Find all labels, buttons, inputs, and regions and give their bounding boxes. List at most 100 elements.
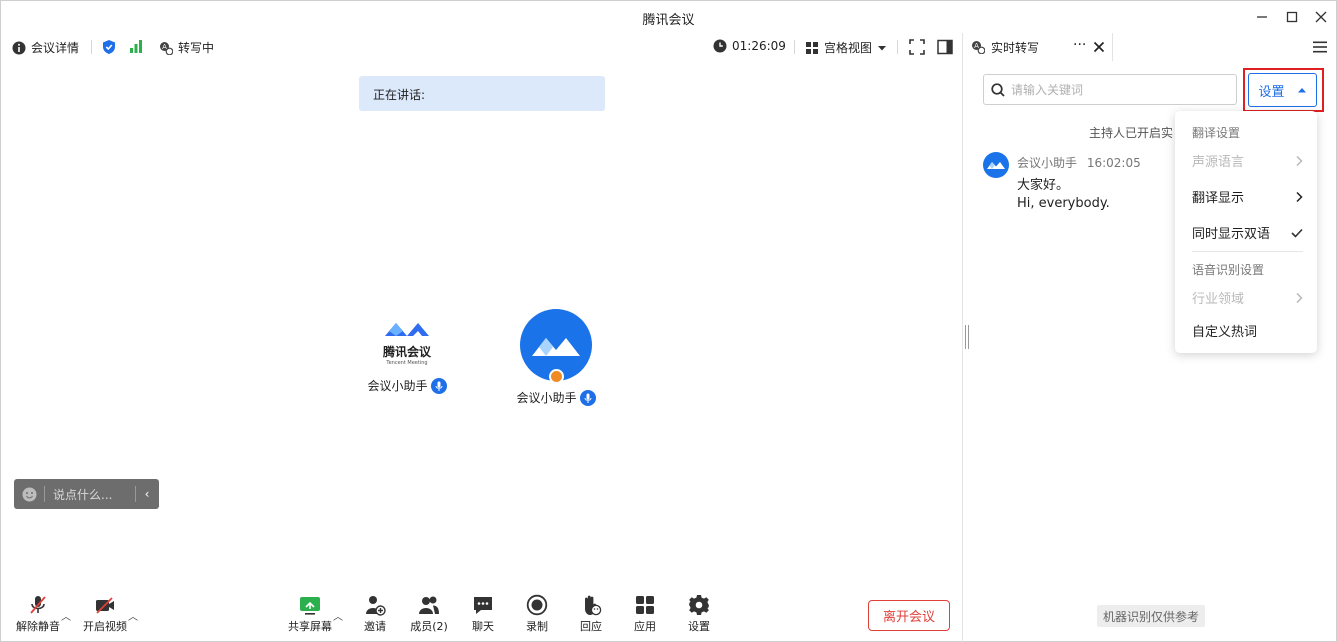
- meeting-bottom-toolbar: 解除静音 ︿ 开启视频 ︿ 共享屏幕 ︿ 邀请 成员(2) 聊天 录制 回应 应…: [1, 586, 962, 642]
- menu-divider: [1192, 251, 1303, 252]
- emoji-icon[interactable]: [14, 487, 44, 502]
- view-mode-dropdown[interactable]: 宫格视图: [805, 39, 887, 56]
- react-button[interactable]: 回应: [564, 594, 618, 634]
- more-icon[interactable]: ···: [1073, 37, 1086, 53]
- transcript-settings-button[interactable]: 设置: [1248, 73, 1317, 107]
- apps-icon: [636, 596, 654, 614]
- security-shield-icon[interactable]: [102, 39, 116, 55]
- meeting-info-button[interactable]: 会议详情: [12, 39, 79, 56]
- title-bar: 腾讯会议: [1, 1, 1336, 33]
- chevron-right-icon: [1296, 155, 1303, 166]
- meeting-timer: 01:26:09: [713, 39, 786, 53]
- app-window: 腾讯会议 会议详情 A 转写中 01:26:09 宫格视图 正在讲话: 腾讯会议…: [0, 0, 1337, 642]
- camera-off-icon: [96, 597, 114, 614]
- chat-placeholder: 说点什么...: [53, 487, 113, 502]
- invite-label: 邀请: [364, 620, 386, 633]
- clock-icon: [713, 39, 727, 53]
- invite-button[interactable]: 邀请: [348, 594, 402, 634]
- speaker-avatar: [983, 152, 1009, 178]
- settings-dropdown-menu: 翻译设置 声源语言 翻译显示 同时显示双语 语音识别设置 行业领域 自定义热词: [1175, 111, 1317, 353]
- collapse-chevron-icon[interactable]: ‹: [136, 487, 158, 501]
- mic-muted-icon: [30, 596, 46, 614]
- menu-item-label: 同时显示双语: [1192, 227, 1271, 242]
- transcribe-icon: A: [972, 41, 985, 54]
- menu-item-label: 行业领域: [1192, 292, 1245, 307]
- settings-label: 设置: [688, 620, 710, 633]
- view-mode-label: 宫格视图: [824, 41, 873, 55]
- members-button[interactable]: 成员(2): [402, 594, 456, 634]
- participant-name-label: 会议小助手: [516, 391, 577, 405]
- video-stage: 正在讲话: 腾讯会议 Tencent Meeting 会议小助手 会议小助手 说…: [1, 61, 962, 581]
- maximize-icon[interactable]: [1282, 7, 1302, 27]
- toolbar-divider: [91, 40, 92, 54]
- settings-button[interactable]: 设置: [672, 594, 726, 634]
- toggle-sidebar-icon[interactable]: [937, 39, 953, 55]
- menu-item-source-language[interactable]: 声源语言: [1192, 151, 1303, 170]
- logo-subtext: Tencent Meeting: [386, 360, 428, 366]
- caret-up-icon: [1297, 88, 1306, 93]
- participant-avatar: [520, 309, 592, 384]
- menu-icon[interactable]: [1313, 41, 1327, 53]
- system-message: 主持人已开启实: [1089, 126, 1174, 140]
- menu-item-bilingual[interactable]: 同时显示双语: [1192, 223, 1303, 242]
- participant-name: 会议小助手: [367, 377, 447, 394]
- raise-hand-icon: [585, 595, 602, 616]
- window-title: 腾讯会议: [642, 13, 695, 28]
- share-screen-icon: [300, 597, 320, 615]
- transcribe-icon: A: [160, 41, 173, 55]
- apps-label: 应用: [634, 620, 656, 633]
- chat-button[interactable]: 聊天: [456, 594, 510, 634]
- minimize-icon[interactable]: [1252, 7, 1272, 27]
- record-label: 录制: [526, 620, 548, 633]
- active-speaker-banner: 正在讲话:: [359, 76, 605, 111]
- participant-tile[interactable]: 腾讯会议 Tencent Meeting 会议小助手: [357, 319, 457, 394]
- close-icon[interactable]: [1311, 7, 1331, 27]
- transcribing-label: 转写中: [178, 41, 215, 55]
- mic-on-icon: [430, 377, 447, 394]
- message-translation: Hi, everybody.: [1017, 196, 1110, 211]
- video-options-chevron-icon[interactable]: ︿: [128, 608, 138, 623]
- menu-item-translation-display[interactable]: 翻译显示: [1192, 187, 1303, 206]
- close-tab-icon[interactable]: [1093, 41, 1105, 53]
- members-icon: [419, 596, 439, 614]
- record-button[interactable]: 录制: [510, 594, 564, 634]
- gear-icon: [689, 595, 709, 615]
- unmute-button[interactable]: 解除静音: [11, 594, 65, 634]
- menu-item-label: 翻译显示: [1192, 191, 1245, 206]
- logo-text: 腾讯会议: [382, 345, 431, 359]
- menu-item-label: 声源语言: [1192, 155, 1245, 170]
- info-icon: [12, 41, 26, 54]
- add-person-icon: [366, 596, 386, 616]
- menu-item-custom-hotwords[interactable]: 自定义热词: [1192, 321, 1303, 340]
- fullscreen-icon[interactable]: [909, 39, 925, 55]
- toolbar-divider: [794, 40, 795, 54]
- start-video-label: 开启视频: [83, 620, 127, 633]
- tab-transcript-label: 实时转写: [991, 40, 1040, 55]
- start-video-button[interactable]: 开启视频: [78, 594, 132, 634]
- record-icon: [526, 594, 548, 616]
- share-screen-button[interactable]: 共享屏幕: [283, 594, 337, 634]
- participant-name-label: 会议小助手: [367, 379, 428, 393]
- quick-chat-box[interactable]: 说点什么... ‹: [14, 479, 159, 509]
- leave-meeting-button[interactable]: 离开会议: [868, 600, 950, 631]
- tencent-meeting-logo: 腾讯会议 Tencent Meeting: [383, 319, 431, 371]
- signal-icon[interactable]: [129, 39, 143, 53]
- transcribing-status[interactable]: A 转写中: [159, 39, 214, 56]
- transcript-settings-label: 设置: [1258, 84, 1285, 100]
- message-header: 会议小助手 16:02:05: [1017, 154, 1141, 171]
- grid-view-icon: [806, 41, 818, 54]
- tab-transcript[interactable]: A 实时转写 ···: [963, 33, 1113, 61]
- apps-button[interactable]: 应用: [618, 594, 672, 634]
- message-time: 16:02:05: [1086, 156, 1141, 170]
- mic-options-chevron-icon[interactable]: ︿: [61, 608, 71, 623]
- members-label: 成员(2): [410, 620, 448, 633]
- share-options-chevron-icon[interactable]: ︿: [333, 608, 343, 623]
- search-input[interactable]: [1011, 82, 1221, 97]
- transcript-search[interactable]: [983, 74, 1237, 105]
- chevron-right-icon: [1296, 292, 1303, 303]
- participant-tile[interactable]: 会议小助手: [506, 309, 606, 406]
- menu-item-industry[interactable]: 行业领域: [1192, 288, 1303, 307]
- disclaimer-badge: 机器识别仅供参考: [1097, 605, 1206, 627]
- translate-settings-header: 翻译设置: [1192, 126, 1241, 140]
- chevron-right-icon: [1296, 191, 1303, 202]
